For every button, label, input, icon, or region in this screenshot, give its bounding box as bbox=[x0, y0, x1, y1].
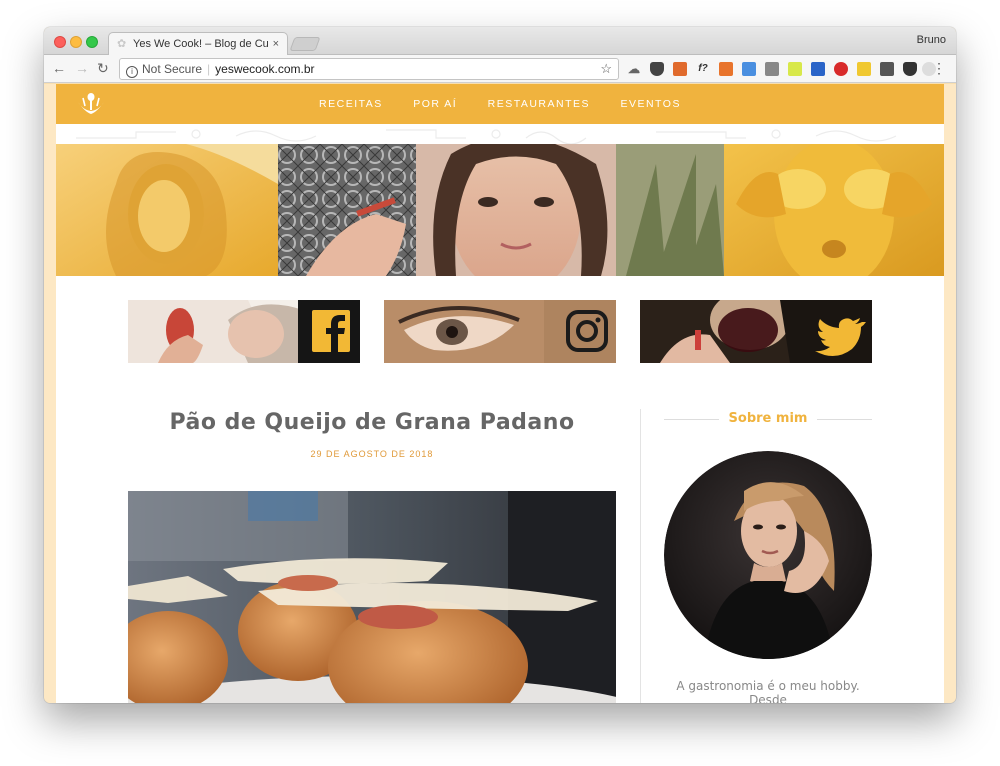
menu-icon[interactable]: ⋮ bbox=[932, 60, 946, 77]
sidebar-title: Sobre mim bbox=[728, 411, 808, 426]
url-text: yeswecook.com.br bbox=[215, 62, 315, 76]
extension-bag-icon[interactable] bbox=[673, 62, 687, 76]
browser-tab[interactable]: ✿ Yes We Cook! – Blog de Culinária × bbox=[108, 32, 288, 56]
new-tab-button[interactable] bbox=[289, 37, 321, 51]
site-navbar: RECEITAS POR AÍ RESTAURANTES EVENTOS bbox=[56, 84, 944, 124]
sidebar-heading: Sobre mim bbox=[664, 409, 872, 429]
forward-icon[interactable]: → bbox=[75, 60, 89, 76]
post-area: Pão de Queijo de Grana Padano 29 DE AGOS… bbox=[128, 394, 616, 703]
heading-line-left bbox=[664, 419, 719, 420]
nav-receitas[interactable]: RECEITAS bbox=[319, 98, 383, 110]
social-links bbox=[128, 300, 872, 363]
facebook-link[interactable] bbox=[128, 300, 360, 363]
bookmark-star-icon[interactable]: ☆ bbox=[600, 59, 612, 79]
sidebar: Sobre mim A gastronomia é o meu hobby. D… bbox=[664, 409, 872, 703]
instagram-link[interactable] bbox=[384, 300, 616, 363]
nav-restaurantes[interactable]: RESTAURANTES bbox=[488, 98, 590, 110]
extension-pocket-icon[interactable] bbox=[834, 62, 848, 76]
address-bar[interactable]: i Not Secure | yeswecook.com.br ☆ bbox=[119, 58, 619, 80]
omnibox-separator: | bbox=[207, 62, 211, 76]
extension-window-icon[interactable] bbox=[742, 62, 756, 76]
post-featured-image[interactable] bbox=[128, 491, 616, 703]
extension-font-icon[interactable]: f? bbox=[696, 62, 710, 76]
nav-por-ai[interactable]: POR AÍ bbox=[413, 98, 457, 110]
minimize-window-button[interactable] bbox=[70, 36, 82, 48]
nav-eventos[interactable]: EVENTOS bbox=[620, 98, 681, 110]
content-sidebar-divider bbox=[640, 409, 641, 703]
extension-m-icon[interactable] bbox=[880, 62, 894, 76]
twitter-link[interactable] bbox=[640, 300, 872, 363]
back-icon[interactable]: ← bbox=[52, 60, 66, 76]
main-menu: RECEITAS POR AÍ RESTAURANTES EVENTOS bbox=[56, 84, 944, 124]
close-window-button[interactable] bbox=[54, 36, 66, 48]
decorative-pattern bbox=[56, 124, 944, 144]
extension-puzzle-icon[interactable] bbox=[765, 62, 779, 76]
security-label: Not Secure bbox=[142, 62, 203, 76]
maximize-window-button[interactable] bbox=[86, 36, 98, 48]
post-date: 29 DE AGOSTO DE 2018 bbox=[310, 449, 434, 459]
extension-shield-icon[interactable] bbox=[650, 62, 664, 76]
extension-grid-icon[interactable] bbox=[857, 62, 871, 76]
reload-icon[interactable]: ↻ bbox=[97, 60, 109, 76]
extension-cloud-icon[interactable]: ☁ bbox=[627, 62, 641, 76]
browser-toolbar: ← → ↻ i Not Secure | yeswecook.com.br ☆ ☁ f… bbox=[44, 55, 956, 83]
tab-title: Yes We Cook! – Blog de Culinária bbox=[133, 38, 268, 50]
about-text: A gastronomia é o meu hobby. Desde bbox=[676, 679, 860, 703]
site-container: RECEITAS POR AÍ RESTAURANTES EVENTOS Pão… bbox=[56, 84, 944, 703]
tab-bar: ✿ Yes We Cook! – Blog de Culinária × Bru… bbox=[44, 27, 956, 56]
facebook-icon bbox=[312, 310, 350, 352]
extension-info-icon[interactable] bbox=[811, 62, 825, 76]
extension-todoist-icon[interactable] bbox=[719, 62, 733, 76]
heading-line-right bbox=[817, 419, 872, 420]
favicon-icon: ✿ bbox=[117, 38, 127, 50]
post-title[interactable]: Pão de Queijo de Grana Padano bbox=[128, 410, 616, 435]
tab-close-icon[interactable]: × bbox=[273, 33, 279, 55]
hero-banner bbox=[56, 144, 944, 276]
extension-save-icon[interactable] bbox=[903, 62, 917, 76]
info-icon[interactable]: i bbox=[126, 66, 138, 78]
browser-window: ✿ Yes We Cook! – Blog de Culinária × Bru… bbox=[44, 27, 956, 703]
extension-n-icon[interactable] bbox=[788, 62, 802, 76]
page-viewport: RECEITAS POR AÍ RESTAURANTES EVENTOS Pão… bbox=[44, 84, 956, 703]
profile-name[interactable]: Bruno bbox=[917, 34, 946, 46]
author-avatar[interactable] bbox=[664, 451, 872, 659]
